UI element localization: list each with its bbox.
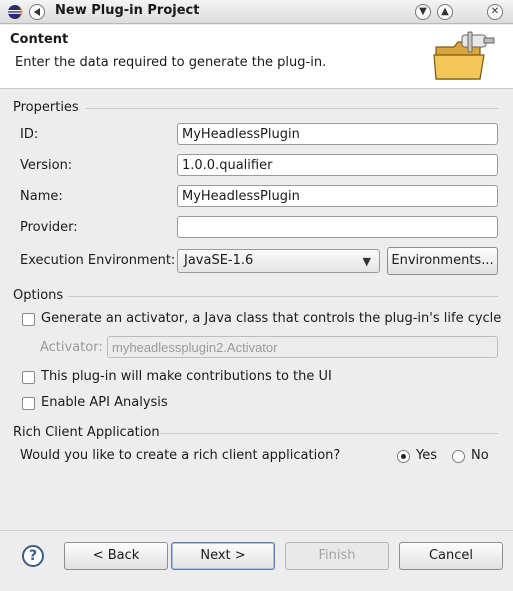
plugin-folder-icon xyxy=(433,31,495,80)
name-field[interactable] xyxy=(177,185,498,207)
close-icon: ✕ xyxy=(490,6,500,17)
api-analysis-label[interactable]: Enable API Analysis xyxy=(41,395,168,410)
generate-activator-label[interactable]: Generate an activator, a Java class that… xyxy=(41,311,501,326)
window-menu-button[interactable] xyxy=(29,4,45,20)
environments-button[interactable]: Environments... xyxy=(387,247,498,275)
version-field[interactable] xyxy=(177,154,498,176)
id-label: ID: xyxy=(20,127,39,142)
maximize-button[interactable]: ▲ xyxy=(437,4,453,20)
provider-field[interactable] xyxy=(177,216,498,238)
execution-environment-value: JavaSE-1.6 xyxy=(184,253,254,268)
activator-field xyxy=(107,336,498,358)
chevron-up-icon: ▲ xyxy=(441,6,449,17)
properties-divider xyxy=(86,108,498,109)
footer-divider xyxy=(0,530,513,531)
page-description: Enter the data required to generate the … xyxy=(15,55,327,70)
eclipse-icon xyxy=(8,5,23,19)
properties-group-label: Properties xyxy=(13,100,79,115)
name-label: Name: xyxy=(20,189,63,204)
rcp-group-label: Rich Client Application xyxy=(13,425,160,440)
minimize-button[interactable]: ▼ xyxy=(415,4,431,20)
generate-activator-checkbox[interactable] xyxy=(22,313,35,326)
rcp-divider xyxy=(160,433,498,434)
dropdown-arrow-icon: ▼ xyxy=(362,255,371,268)
rcp-yes-label[interactable]: Yes xyxy=(416,448,437,463)
provider-label: Provider: xyxy=(20,220,78,235)
title-bar: New Plug-in Project ▼ ▲ ✕ xyxy=(0,0,513,24)
ui-contributions-label[interactable]: This plug-in will make contributions to … xyxy=(41,369,332,384)
id-field[interactable] xyxy=(177,123,498,145)
version-label: Version: xyxy=(20,158,73,173)
rcp-yes-radio[interactable] xyxy=(397,450,410,463)
options-group-label: Options xyxy=(13,288,64,303)
wizard-header: Content Enter the data required to gener… xyxy=(0,25,513,89)
cancel-button[interactable]: Cancel xyxy=(399,542,503,570)
execution-environment-label: Execution Environment: xyxy=(20,253,176,268)
rcp-no-label[interactable]: No xyxy=(471,448,489,463)
finish-button: Finish xyxy=(285,542,389,570)
rcp-no-radio[interactable] xyxy=(452,450,465,463)
execution-environment-select[interactable]: JavaSE-1.6 ▼ xyxy=(177,249,380,273)
rcp-question: Would you like to create a rich client a… xyxy=(20,448,341,463)
api-analysis-checkbox[interactable] xyxy=(22,397,35,410)
window-title: New Plug-in Project xyxy=(55,3,200,18)
page-title: Content xyxy=(10,32,69,47)
options-divider xyxy=(68,296,498,297)
back-button[interactable]: < Back xyxy=(64,542,168,570)
close-button[interactable]: ✕ xyxy=(487,4,503,20)
chevron-down-icon: ▼ xyxy=(419,6,427,17)
next-button[interactable]: Next > xyxy=(171,542,275,570)
activator-label: Activator: xyxy=(40,340,103,355)
help-icon[interactable]: ? xyxy=(22,545,44,567)
ui-contributions-checkbox[interactable] xyxy=(22,371,35,384)
